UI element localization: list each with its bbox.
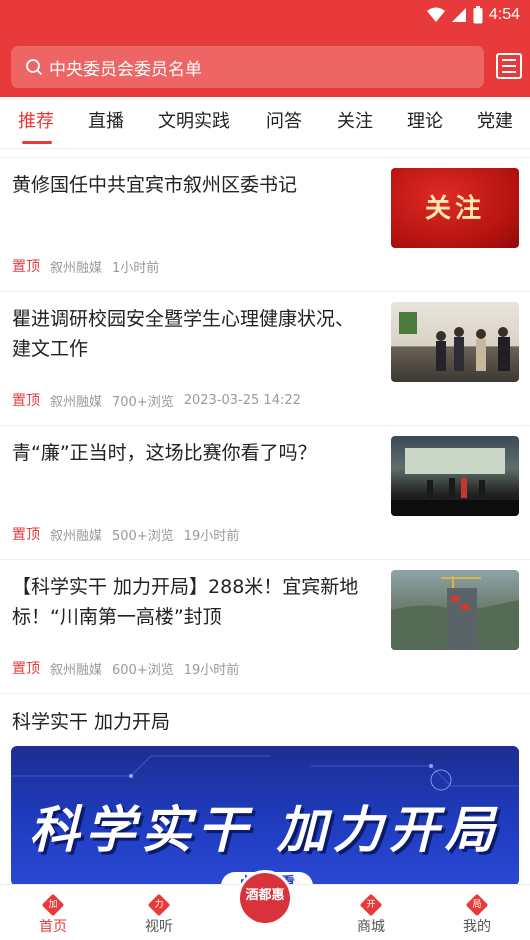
article-title: 瞿进调研校园安全暨学生心理健康状况、建文工作	[12, 308, 355, 360]
scan-search-button[interactable]	[495, 52, 523, 80]
pinned-badge: 置顶	[12, 393, 40, 409]
search-placeholder: 中央委员会委员名单	[49, 59, 202, 80]
article-thumbnail	[391, 570, 519, 650]
list-item[interactable]: 瞿进调研校园安全暨学生心理健康状况、建文工作 置顶 叙州融媒 700+浏览 20…	[0, 292, 530, 426]
article-meta: 置顶 叙州融媒 700+浏览 2023-03-25 14:22	[12, 390, 301, 410]
nav-home[interactable]: 加 首页	[18, 893, 88, 936]
tab-recommend[interactable]: 推荐	[18, 107, 54, 133]
nav-label: 视听	[145, 919, 173, 935]
pinned-badge: 置顶	[12, 527, 40, 543]
channel-tabs: 推荐 直播 文明实践 问答 关注 理论 党建	[0, 97, 530, 149]
nav-mall[interactable]: 开 商城	[336, 893, 406, 936]
tab-live[interactable]: 直播	[88, 107, 124, 133]
article-meta: 置顶 叙州融媒 500+浏览 19小时前	[12, 524, 239, 544]
nav-label: 首页	[39, 919, 67, 935]
article-title: 黄修国任中共宜宾市叙州区委书记	[12, 174, 298, 196]
article-thumbnail	[391, 436, 519, 516]
pinned-badge: 置顶	[12, 661, 40, 677]
article-views: 600+浏览	[112, 662, 174, 678]
article-time: 19小时前	[183, 528, 240, 544]
tab-indicator	[22, 141, 52, 144]
status-time: 4:54	[488, 6, 520, 23]
bottom-navigation: 加 首页 力 视听 酒都惠 开 商城 局 我的	[0, 873, 530, 940]
article-thumbnail: 关注	[391, 168, 519, 248]
tab-qa[interactable]: 问答	[266, 107, 302, 133]
nav-label: 我的	[463, 919, 491, 935]
list-item[interactable]: 黄修国任中共宜宾市叙州区委书记 置顶 叙州融媒 1小时前 关注	[0, 158, 530, 292]
article-title: 【科学实干 加力开局】288米！宜宾新地标！“川南第一高楼”封顶	[12, 576, 359, 628]
mall-icon: 开	[359, 893, 383, 917]
tab-theory[interactable]: 理论	[407, 107, 443, 133]
article-time: 19小时前	[183, 662, 240, 678]
list-item[interactable]: 【科学实干 加力开局】288米！宜宾新地标！“川南第一高楼”封顶 置顶 叙州融媒…	[0, 560, 530, 694]
profile-icon: 局	[465, 893, 489, 917]
wifi-icon	[426, 7, 445, 22]
tab-follow[interactable]: 关注	[337, 107, 373, 133]
nav-profile[interactable]: 局 我的	[442, 893, 512, 936]
article-source: 叙州融媒	[50, 528, 103, 544]
article-thumbnail	[391, 302, 519, 382]
search-icon	[26, 59, 43, 76]
people-photo-icon	[399, 312, 510, 371]
signal-icon	[451, 8, 466, 22]
article-source: 叙州融媒	[50, 394, 103, 410]
home-icon: 加	[41, 893, 65, 917]
article-time: 1小时前	[112, 260, 160, 276]
article-title: 青“廉”正当时，这场比赛你看了吗？	[12, 442, 317, 464]
nav-jiuduhui[interactable]: 酒都惠	[240, 873, 290, 923]
nav-video[interactable]: 力 视听	[124, 893, 194, 936]
article-source: 叙州融媒	[50, 662, 103, 678]
article-meta: 置顶 叙州融媒 1小时前	[12, 256, 159, 276]
stage-photo-icon	[391, 448, 519, 516]
list-item[interactable]: 青“廉”正当时，这场比赛你看了吗？ 置顶 叙州融媒 500+浏览 19小时前	[0, 426, 530, 560]
article-time: 2023-03-25 14:22	[183, 392, 301, 408]
promo-banner[interactable]: 科学实干 加力开局 点击查看	[11, 746, 519, 886]
scan-search-icon	[496, 53, 522, 79]
banner-headline: 科学实干 加力开局	[29, 801, 501, 859]
battery-icon	[473, 6, 483, 24]
status-bar: 4:54	[0, 0, 530, 30]
thumbnail-caption: 关注	[424, 194, 485, 224]
app-header: 4:54 中央委员会委员名单	[0, 0, 530, 97]
tab-civilization-practice[interactable]: 文明实践	[158, 107, 230, 133]
building-photo-icon	[391, 576, 519, 650]
tab-party-building[interactable]: 党建	[477, 107, 513, 133]
article-views: 500+浏览	[112, 528, 174, 544]
nav-label: 商城	[357, 919, 385, 935]
video-icon: 力	[147, 893, 171, 917]
pinned-badge: 置顶	[12, 259, 40, 275]
search-input[interactable]: 中央委员会委员名单	[11, 46, 484, 88]
article-meta: 置顶 叙州融媒 600+浏览 19小时前	[12, 658, 239, 678]
article-source: 叙州融媒	[50, 260, 103, 276]
section-title: 科学实干 加力开局	[12, 711, 171, 733]
article-views: 700+浏览	[112, 394, 174, 410]
status-icons: 4:54	[426, 4, 520, 26]
